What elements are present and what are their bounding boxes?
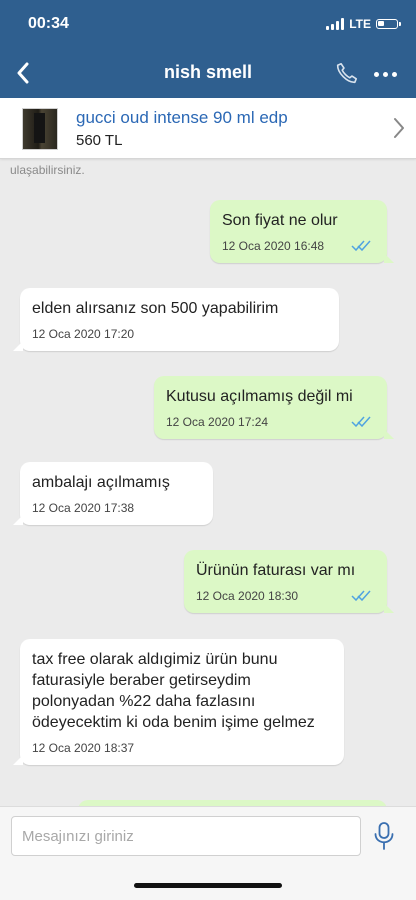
message-bubble: tax free olarak aldıgimiz ürün bunu fatu… [13,639,344,765]
phone-icon [336,62,358,84]
message-text: Kutusu açılmamış değil mi [166,388,353,405]
battery-level [378,21,384,26]
message-bubble: ambalajı açılmamış 12 Oca 2020 17:38 [13,462,213,525]
network-label: LTE [349,17,371,31]
microphone-icon[interactable] [372,821,396,851]
double-check-icon [351,240,371,251]
product-header[interactable]: gucci oud intense 90 ml edp 560 TL [0,98,416,159]
message-text: Ürünün faturası var mı [196,562,356,579]
product-thumbnail [22,108,58,150]
more-dot-icon [373,71,379,77]
message-bubble: elden alırsanız son 500 yapabilirim 12 O… [13,288,339,351]
product-price: 560 TL [76,132,123,149]
message-time: 12 Oca 2020 17:24 [166,415,269,429]
message-bubble: Kutusu açılmamış değil mi 12 Oca 2020 17… [154,376,394,439]
bubble-tail [384,603,394,613]
previous-message-fragment: ulaşabilirsiniz. [10,163,85,177]
message-bubble: Son fiyat ne olur 12 Oca 2020 16:48 [210,200,394,263]
bubble-tail [13,755,23,765]
message-text: elden alırsanız son 500 yapabilirim [32,300,279,317]
home-indicator[interactable] [134,883,282,888]
chevron-right-icon [394,118,404,138]
double-check-icon [351,416,371,427]
bubble-tail [13,341,23,351]
double-check-icon [351,590,371,601]
message-input[interactable] [11,816,361,856]
more-button[interactable] [370,62,400,86]
status-time: 00:34 [28,15,69,32]
home-area [0,864,416,900]
bubble-tail [13,515,23,525]
message-time: 12 Oca 2020 17:38 [32,501,135,515]
message-text: Son fiyat ne olur [222,212,338,229]
bubble-tail [384,253,394,263]
more-dot-icon [391,71,397,77]
message-text: ambalajı açılmamış [32,474,170,491]
bubble-tail [384,429,394,439]
chat-area[interactable]: ulaşabilirsiniz. Son fiyat ne olur 12 Oc… [0,158,416,806]
more-dot-icon [382,71,388,77]
message-time: 12 Oca 2020 18:30 [196,589,299,603]
message-text: tax free olarak aldıgimiz ürün bunu fatu… [32,651,315,731]
message-time: 12 Oca 2020 18:37 [32,741,135,755]
message-time: 12 Oca 2020 17:20 [32,327,135,341]
status-bar: 00:34 LTE [0,0,416,48]
nav-bar: nish smell [0,48,416,98]
call-button[interactable] [334,60,362,88]
message-input-bar [0,806,416,865]
message-bubble: Ürünün faturası var mı 12 Oca 2020 18:30 [184,550,394,613]
battery-icon [376,19,401,29]
signal-icon [326,18,345,30]
status-indicators: LTE [326,17,401,31]
product-name[interactable]: gucci oud intense 90 ml edp [76,108,288,128]
